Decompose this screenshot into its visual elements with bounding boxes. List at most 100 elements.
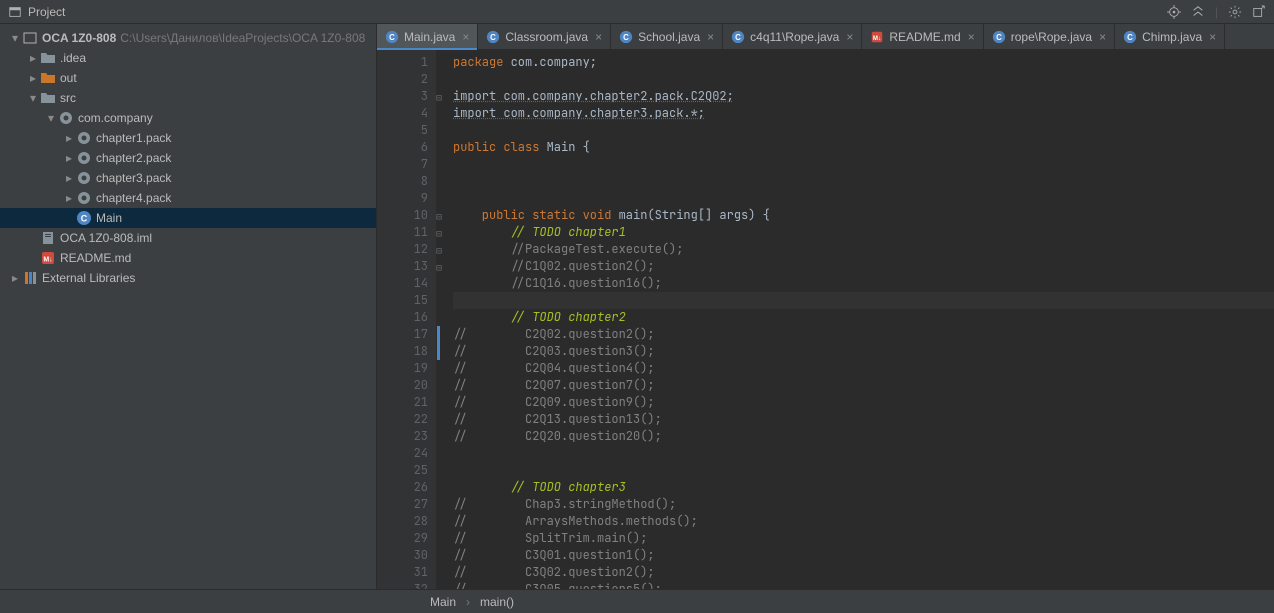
tree-item--idea[interactable]: ▸.idea xyxy=(0,48,376,68)
project-label: Project xyxy=(28,5,65,19)
close-icon[interactable]: × xyxy=(1209,30,1216,44)
package-icon xyxy=(76,190,92,206)
code-line-3[interactable]: import com.company.chapter2.pack.C2Q02; xyxy=(453,88,1274,105)
code-line-31[interactable]: // C3Q02.question2(); xyxy=(453,564,1274,581)
code-line-7[interactable] xyxy=(453,156,1274,173)
tree-item-chapter3-pack[interactable]: ▸chapter3.pack xyxy=(0,168,376,188)
tree-item-com-company[interactable]: ▾com.company xyxy=(0,108,376,128)
tree-item-chapter1-pack[interactable]: ▸chapter1.pack xyxy=(0,128,376,148)
code-line-19[interactable]: // C2Q04.question4(); xyxy=(453,360,1274,377)
tree-item-external-libraries[interactable]: ▸External Libraries xyxy=(0,268,376,288)
code-line-25[interactable] xyxy=(453,462,1274,479)
tree-item-out[interactable]: ▸out xyxy=(0,68,376,88)
svg-text:C: C xyxy=(81,214,88,224)
code-area[interactable]: package com.company; import com.company.… xyxy=(437,50,1274,589)
tree-item-chapter4-pack[interactable]: ▸chapter4.pack xyxy=(0,188,376,208)
svg-text:M↓: M↓ xyxy=(43,257,52,264)
tab-school-java[interactable]: CSchool.java× xyxy=(611,24,723,49)
project-icon xyxy=(8,5,22,19)
tree-item-src[interactable]: ▾src xyxy=(0,88,376,108)
java-file-icon: C xyxy=(731,30,745,44)
close-icon[interactable]: × xyxy=(707,30,714,44)
tree-item-chapter2-pack[interactable]: ▸chapter2.pack xyxy=(0,148,376,168)
tab-chimp-java[interactable]: CChimp.java× xyxy=(1115,24,1225,49)
code-line-27[interactable]: // Chap3.stringMethod(); xyxy=(453,496,1274,513)
code-line-23[interactable]: // C2Q20.question20(); xyxy=(453,428,1274,445)
code-line-24[interactable] xyxy=(453,445,1274,462)
editor-gutter: 123⊟45▶6789▶10⊟11⊟12⊟13⊟1415161718192021… xyxy=(377,50,437,589)
code-line-17[interactable]: // C2Q02.question2(); xyxy=(453,326,1274,343)
tree-item-main[interactable]: CMain xyxy=(0,208,376,228)
tab-readme-md[interactable]: M↓README.md× xyxy=(862,24,983,49)
module-icon xyxy=(22,30,38,46)
code-line-15[interactable] xyxy=(453,292,1274,309)
svg-text:M↓: M↓ xyxy=(873,35,881,42)
code-line-5[interactable] xyxy=(453,122,1274,139)
java-file-icon: C xyxy=(619,30,633,44)
md-file-icon: M↓ xyxy=(870,30,884,44)
project-toolbar: Project | xyxy=(0,0,1274,24)
tab-main-java[interactable]: CMain.java× xyxy=(377,24,478,49)
crumb-class[interactable]: Main xyxy=(430,595,456,609)
code-line-14[interactable]: //C1Q16.question16(); xyxy=(453,275,1274,292)
code-line-10[interactable]: public static void main(String[] args) { xyxy=(453,207,1274,224)
expand-toggle-icon[interactable]: ▾ xyxy=(8,31,22,45)
locate-icon[interactable] xyxy=(1167,5,1181,19)
collapse-all-icon[interactable] xyxy=(1191,5,1205,19)
code-line-11[interactable]: // TODO chapter1 xyxy=(453,224,1274,241)
expand-toggle-icon[interactable]: ▸ xyxy=(62,171,76,185)
tree-item-oca-1z0-808[interactable]: ▾OCA 1Z0-808C:\Users\Данилов\IdeaProject… xyxy=(0,28,376,48)
close-icon[interactable]: × xyxy=(595,30,602,44)
expand-toggle-icon[interactable]: ▾ xyxy=(44,111,58,125)
code-line-6[interactable]: public class Main { xyxy=(453,139,1274,156)
tree-item-oca-1z0-808-iml[interactable]: OCA 1Z0-808.iml xyxy=(0,228,376,248)
md-icon: M↓ xyxy=(40,250,56,266)
expand-toggle-icon[interactable]: ▾ xyxy=(26,91,40,105)
code-line-18[interactable]: // C2Q03.question3(); xyxy=(453,343,1274,360)
package-icon xyxy=(76,130,92,146)
svg-text:C: C xyxy=(623,33,629,42)
package-icon xyxy=(76,170,92,186)
svg-text:C: C xyxy=(389,33,395,42)
code-line-4[interactable]: import com.company.chapter3.pack.*; xyxy=(453,105,1274,122)
code-line-16[interactable]: // TODO chapter2 xyxy=(453,309,1274,326)
expand-toggle-icon[interactable]: ▸ xyxy=(62,131,76,145)
java-file-icon: C xyxy=(486,30,500,44)
editor-pane: CMain.java×CClassroom.java×CSchool.java×… xyxy=(377,24,1274,589)
code-line-12[interactable]: //PackageTest.execute(); xyxy=(453,241,1274,258)
code-line-2[interactable] xyxy=(453,71,1274,88)
code-line-28[interactable]: // ArraysMethods.methods(); xyxy=(453,513,1274,530)
iml-icon xyxy=(40,230,56,246)
close-icon[interactable]: × xyxy=(968,30,975,44)
code-line-9[interactable] xyxy=(453,190,1274,207)
package-icon xyxy=(58,110,74,126)
code-line-13[interactable]: //C1Q02.question2(); xyxy=(453,258,1274,275)
code-line-8[interactable] xyxy=(453,173,1274,190)
code-line-20[interactable]: // C2Q07.question7(); xyxy=(453,377,1274,394)
hide-icon[interactable] xyxy=(1252,5,1266,19)
code-line-1[interactable]: package com.company; xyxy=(453,54,1274,71)
tree-item-readme-md[interactable]: M↓README.md xyxy=(0,248,376,268)
code-line-22[interactable]: // C2Q13.question13(); xyxy=(453,411,1274,428)
close-icon[interactable]: × xyxy=(846,30,853,44)
expand-toggle-icon[interactable]: ▸ xyxy=(62,191,76,205)
code-line-26[interactable]: // TODO chapter3 xyxy=(453,479,1274,496)
crumb-method[interactable]: main() xyxy=(480,595,514,609)
gear-icon[interactable] xyxy=(1228,5,1242,19)
code-line-30[interactable]: // C3Q01.question1(); xyxy=(453,547,1274,564)
code-line-29[interactable]: // SplitTrim.main(); xyxy=(453,530,1274,547)
expand-toggle-icon[interactable]: ▸ xyxy=(26,51,40,65)
svg-text:C: C xyxy=(996,33,1002,42)
expand-toggle-icon[interactable]: ▸ xyxy=(26,71,40,85)
code-line-32[interactable]: // C3Q05.questions5(); xyxy=(453,581,1274,589)
tab-classroom-java[interactable]: CClassroom.java× xyxy=(478,24,611,49)
tab-c4q11-rope-java[interactable]: Cc4q11\Rope.java× xyxy=(723,24,862,49)
expand-toggle-icon[interactable]: ▸ xyxy=(8,271,22,285)
tab-rope-rope-java[interactable]: Crope\Rope.java× xyxy=(984,24,1115,49)
java-file-icon: C xyxy=(992,30,1006,44)
close-icon[interactable]: × xyxy=(462,30,469,44)
code-line-21[interactable]: // C2Q09.question9(); xyxy=(453,394,1274,411)
expand-toggle-icon[interactable]: ▸ xyxy=(62,151,76,165)
folder-orange-icon xyxy=(40,70,56,86)
close-icon[interactable]: × xyxy=(1099,30,1106,44)
